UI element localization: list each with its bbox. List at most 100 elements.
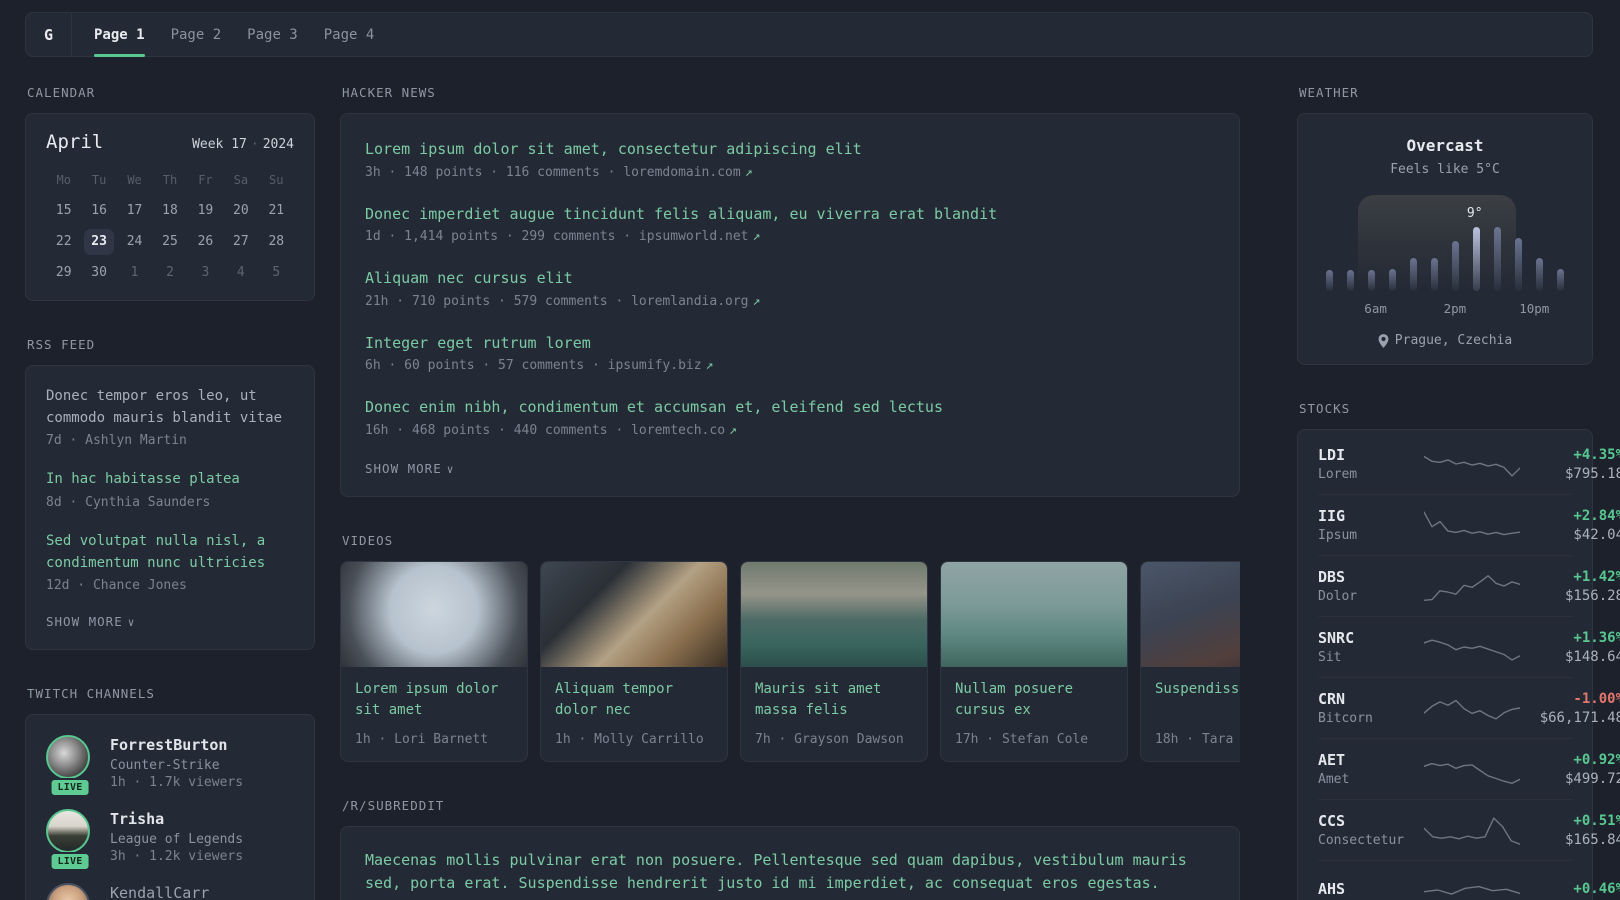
stock-name: Amet (1318, 772, 1350, 787)
stock-row[interactable]: IIG Ipsum +2.84% $42.04 (1298, 495, 1620, 555)
video-title-link[interactable]: Mauris sit amet massa felis (755, 679, 913, 723)
stock-price: $148.64 (1564, 648, 1620, 665)
weather-time-label: 6am (1364, 301, 1387, 316)
hacker-news-section-title: HACKER NEWS (342, 85, 436, 100)
calendar-weekday: Sa (233, 173, 249, 187)
twitch-channel-name[interactable]: KendallCarr (110, 883, 209, 900)
rss-item-link[interactable]: Donec tempor eros leo, ut commodo mauris… (46, 386, 294, 429)
weather-bar (1515, 238, 1522, 291)
video-title-link[interactable]: Suspendisse diam (1155, 679, 1240, 723)
weather-bar (1389, 269, 1396, 291)
calendar-day: 1 (130, 265, 139, 280)
calendar-year: 2024 (262, 137, 294, 152)
video-title-link[interactable]: Aliquam tempor dolor nec pharetra… (555, 679, 713, 723)
stock-price: $66,171.48 (1539, 709, 1620, 726)
calendar-day: 3 (201, 265, 210, 280)
video-card[interactable]: Nullam posuere cursus ex 17h · Stefan Co… (940, 560, 1128, 762)
video-card[interactable]: Lorem ipsum dolor sit amet consectetu… 1… (340, 560, 528, 762)
stock-values: -1.00% $66,171.48 (1520, 691, 1620, 726)
dot-separator: · (250, 137, 259, 152)
stock-price: $156.28 (1564, 587, 1620, 604)
video-thumbnail (541, 561, 727, 667)
rss-show-more-button[interactable]: SHOW MORE ∨ (46, 614, 294, 629)
hn-item: Lorem ipsum dolor sit amet, consectetur … (365, 138, 1215, 180)
external-link-icon[interactable]: ↗ (753, 229, 761, 244)
calendar-weekday: Su (269, 173, 284, 187)
twitch-channel-name[interactable]: Trisha (110, 809, 243, 830)
external-link-icon[interactable]: ↗ (745, 165, 753, 180)
tab-page-2[interactable]: Page 2 (171, 13, 222, 56)
hn-item-link[interactable]: Donec imperdiet augue tincidunt felis al… (365, 203, 1215, 226)
app-logo[interactable]: G (26, 13, 72, 56)
external-link-icon[interactable]: ↗ (706, 358, 714, 373)
stock-symbol: LDI (1318, 446, 1346, 464)
stock-id: DBS Dolor (1318, 568, 1424, 604)
tab-page-3[interactable]: Page 3 (247, 13, 298, 56)
twitch-channel-row[interactable]: LIVE ForrestBurton Counter-Strike 1h · 1… (46, 735, 294, 798)
weather-peak-temp: 9° (1466, 206, 1483, 222)
twitch-channel-info: KendallCarr (110, 883, 209, 900)
stock-change: +1.42% (1573, 568, 1620, 585)
hn-meta-text: 1d · 1,414 points · 299 comments · ipsum… (365, 229, 749, 244)
stock-values: +1.42% $156.28 (1520, 569, 1620, 604)
stock-row[interactable]: LDI Lorem +4.35% $795.18 (1298, 434, 1620, 494)
stock-row[interactable]: CRN Bitcorn -1.00% $66,171.48 (1298, 678, 1620, 738)
calendar-day: 5 (272, 265, 281, 280)
hn-item-link[interactable]: Donec enim nibh, condimentum et accumsan… (365, 396, 1215, 419)
tab-page-4[interactable]: Page 4 (324, 13, 375, 56)
video-title-link[interactable]: Nullam posuere cursus ex (955, 679, 1113, 723)
calendar-day: 4 (236, 265, 245, 280)
stock-values: +0.92% $499.72 (1520, 752, 1620, 787)
stock-name: Sit (1318, 650, 1342, 665)
rss-item-link[interactable]: In hac habitasse platea (46, 469, 294, 491)
stock-change: +1.36% (1573, 629, 1620, 646)
video-card[interactable]: Suspendisse diam 18h · Tara (1140, 560, 1240, 762)
external-link-icon[interactable]: ↗ (729, 423, 737, 438)
subreddit-widget: Maecenas mollis pulvinar erat non posuer… (340, 825, 1240, 900)
calendar-day: 29 (55, 265, 72, 280)
rss-item-link[interactable]: Sed volutpat nulla nisl, a condimentum n… (46, 531, 294, 574)
calendar-day: 23 (84, 229, 115, 255)
stocks-widget: LDI Lorem +4.35% $795.18 IIG Ipsum +2.84… (1297, 429, 1620, 900)
stock-name: Bitcorn (1318, 711, 1373, 726)
rss-section: RSS FEED Donec tempor eros leo, ut commo… (25, 337, 315, 651)
hn-item-link[interactable]: Lorem ipsum dolor sit amet, consectetur … (365, 138, 1215, 161)
calendar-weekday: We (127, 173, 142, 187)
tab-page-1[interactable]: Page 1 (94, 13, 145, 57)
reddit-post-link[interactable]: Maecenas mollis pulvinar erat non posuer… (365, 849, 1215, 896)
videos-section-title: VIDEOS (342, 532, 394, 548)
video-card[interactable]: Aliquam tempor dolor nec pharetra… 1h · … (540, 560, 728, 762)
hn-item: Aliquam nec cursus elit 21h · 710 points… (365, 267, 1215, 309)
hn-meta-text: 3h · 148 points · 116 comments · loremdo… (365, 164, 741, 180)
twitch-channel-name[interactable]: ForrestBurton (110, 735, 243, 756)
reddit-post: Maecenas mollis pulvinar erat non posuer… (365, 849, 1215, 900)
calendar-day: 25 (162, 234, 178, 249)
top-nav: G Page 1 Page 2 Page 3 Page 4 (25, 12, 1593, 57)
hn-item-meta: 16h · 468 points · 440 comments · loremt… (365, 423, 1215, 438)
hn-item: Donec imperdiet augue tincidunt felis al… (365, 203, 1215, 245)
hn-show-more-button[interactable]: SHOW MORE ∨ (365, 461, 1215, 476)
video-title-link[interactable]: Lorem ipsum dolor sit amet consectetu… (355, 679, 513, 723)
calendar-week: Week 17 (192, 137, 247, 152)
twitch-channel-row[interactable]: LIVE Trisha League of Legends 3h · 1.2k … (46, 809, 294, 872)
stock-symbol: IIG (1318, 507, 1346, 525)
stock-values: +1.36% $148.64 (1520, 630, 1620, 665)
stock-row[interactable]: SNRC Sit +1.36% $148.64 (1298, 617, 1620, 677)
stock-row[interactable]: AHS +0.46% (1298, 861, 1620, 900)
calendar-day: 19 (197, 203, 214, 218)
hn-item-meta: 3h · 148 points · 116 comments · loremdo… (365, 165, 1215, 180)
stock-id: LDI Lorem (1318, 446, 1424, 482)
video-card-body: Mauris sit amet massa felis 7h · Grayson… (741, 667, 927, 761)
stock-row[interactable]: DBS Dolor +1.42% $156.28 (1298, 556, 1620, 616)
weather-chart: 9° (1326, 195, 1564, 291)
stock-sparkline (1424, 691, 1520, 725)
external-link-icon[interactable]: ↗ (753, 294, 761, 309)
stock-sparkline (1424, 873, 1520, 900)
twitch-channel-row[interactable]: KendallCarr (46, 883, 294, 900)
video-card[interactable]: Mauris sit amet massa felis 7h · Grayson… (740, 560, 928, 762)
hn-item-meta: 1d · 1,414 points · 299 comments · ipsum… (365, 229, 1215, 244)
hn-item-link[interactable]: Aliquam nec cursus elit (365, 267, 1215, 290)
stock-row[interactable]: CCS Consectetur +0.51% $165.84 (1298, 800, 1620, 860)
hn-item-link[interactable]: Integer eget rutrum lorem (365, 332, 1215, 355)
stock-row[interactable]: AET Amet +0.92% $499.72 (1298, 739, 1620, 799)
